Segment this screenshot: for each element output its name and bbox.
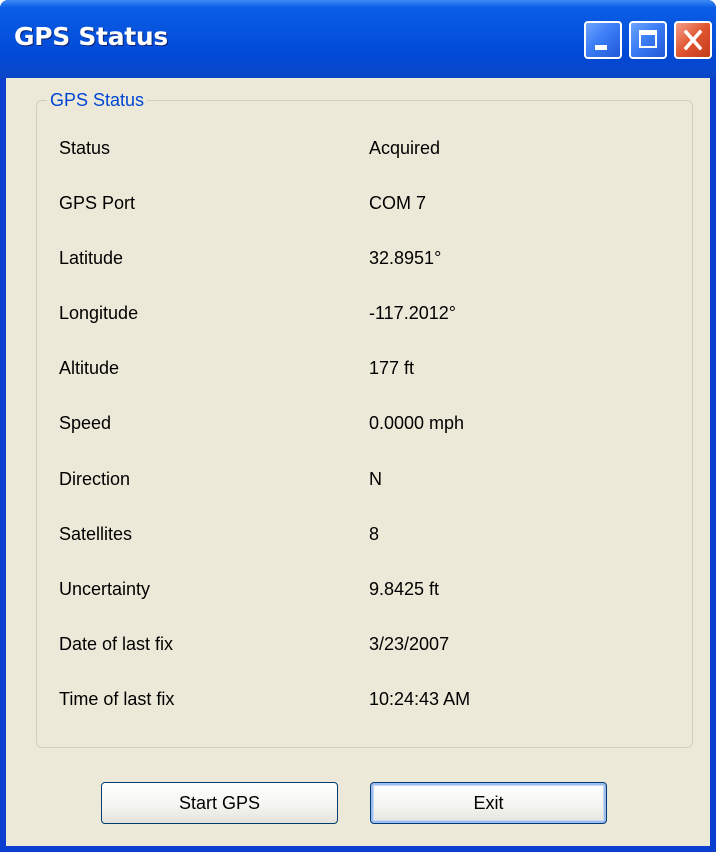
exit-button[interactable]: Exit [370, 782, 607, 824]
longitude-row: Longitude -117.2012° [37, 298, 692, 328]
direction-label: Direction [59, 469, 131, 489]
altitude-value: 177 ft [369, 358, 415, 378]
date-of-last-fix-row: Date of last fix 3/23/2007 [37, 629, 692, 659]
speed-value: 0.0000 mph [369, 413, 465, 433]
close-button[interactable] [674, 21, 712, 59]
longitude-label: Longitude [59, 303, 139, 323]
start-gps-button[interactable]: Start GPS [101, 782, 338, 824]
altitude-label: Altitude [59, 358, 120, 378]
close-icon [683, 29, 703, 51]
direction-value: N [369, 469, 382, 489]
latitude-label: Latitude [59, 248, 124, 268]
altitude-row: Altitude 177 ft [37, 353, 692, 383]
uncertainty-label: Uncertainty [59, 579, 151, 599]
longitude-value: -117.2012° [369, 303, 456, 323]
minimize-icon [595, 45, 607, 50]
latitude-value: 32.8951° [369, 248, 442, 268]
window-bottom-border [0, 846, 716, 852]
status-value: Acquired [369, 138, 441, 158]
gps-status-groupbox: GPS Status Status Acquired GPS Port COM … [36, 89, 693, 748]
gps-port-label: GPS Port [59, 193, 136, 213]
title-bar[interactable]: GPS Status [0, 0, 716, 78]
gps-port-value: COM 7 [369, 193, 427, 213]
status-row: Status Acquired [37, 133, 692, 163]
satellites-row: Satellites 8 [37, 519, 692, 549]
window-client-area: GPS Status Status Acquired GPS Port COM … [6, 78, 710, 846]
status-label: Status [59, 138, 111, 158]
date-of-last-fix-value: 3/23/2007 [369, 634, 450, 654]
date-of-last-fix-label: Date of last fix [59, 634, 174, 654]
uncertainty-value: 9.8425 ft [369, 579, 440, 599]
gps-port-row: GPS Port COM 7 [37, 188, 692, 218]
time-of-last-fix-row: Time of last fix 10:24:43 AM [37, 684, 692, 714]
speed-row: Speed 0.0000 mph [37, 408, 692, 438]
uncertainty-row: Uncertainty 9.8425 ft [37, 574, 692, 604]
maximize-button[interactable] [629, 21, 667, 59]
window-title: GPS Status [14, 22, 169, 51]
minimize-button[interactable] [584, 21, 622, 59]
speed-label: Speed [59, 413, 112, 433]
satellites-label: Satellites [59, 524, 133, 544]
maximize-icon [639, 30, 657, 48]
groupbox-title: GPS Status [47, 89, 148, 111]
latitude-row: Latitude 32.8951° [37, 243, 692, 273]
direction-row: Direction N [37, 464, 692, 494]
time-of-last-fix-label: Time of last fix [59, 689, 175, 709]
gps-status-window: GPS Status GPS Status Status Acquired GP… [0, 0, 716, 852]
time-of-last-fix-value: 10:24:43 AM [369, 689, 471, 709]
satellites-value: 8 [369, 524, 380, 544]
